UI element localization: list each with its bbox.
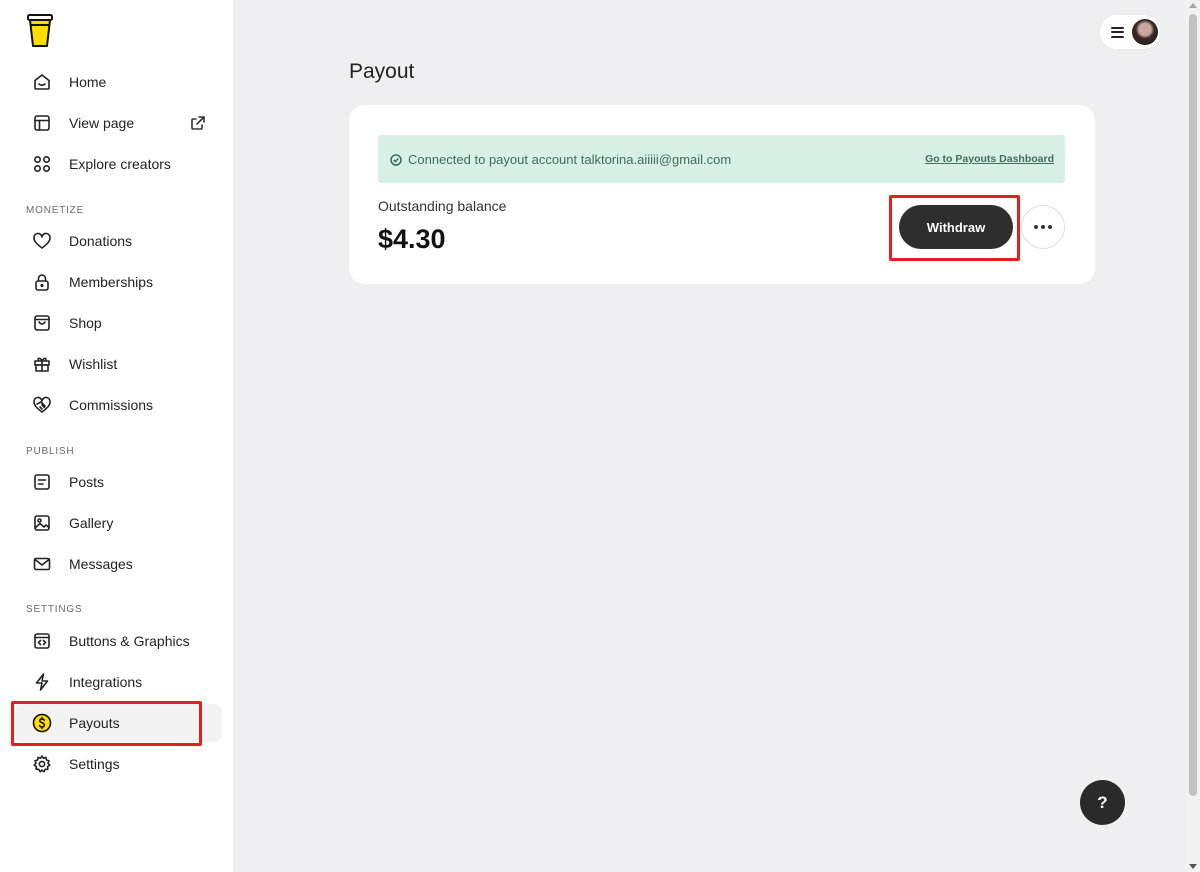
sidebar-item-explore-creators[interactable]: Explore creators [14, 145, 222, 183]
sidebar: Home View page Explore creators MONETIZE… [0, 0, 234, 872]
lightning-icon [32, 672, 52, 692]
gift-icon [32, 354, 52, 374]
user-menu-button[interactable] [1099, 14, 1161, 50]
page-title: Payout [349, 60, 415, 83]
code-window-icon [32, 631, 52, 651]
sidebar-item-label: Gallery [69, 515, 114, 531]
sidebar-item-buttons-graphics[interactable]: Buttons & Graphics [14, 622, 222, 660]
balance-amount: $4.30 [378, 224, 446, 254]
home-icon [32, 72, 52, 92]
check-circle-icon [390, 153, 402, 166]
scroll-up-arrow-icon[interactable] [1189, 3, 1197, 8]
heart-icon [32, 231, 52, 251]
dollar-coin-icon [32, 713, 52, 733]
payout-card: Connected to payout account talktorina.a… [349, 105, 1095, 284]
shopping-bag-icon [32, 313, 52, 333]
sidebar-item-label: Explore creators [69, 156, 171, 172]
sidebar-item-view-page[interactable]: View page [14, 104, 222, 142]
sidebar-item-commissions[interactable]: Commissions [14, 386, 222, 424]
sidebar-item-label: Posts [69, 474, 105, 490]
image-icon [32, 513, 52, 533]
gear-icon [32, 754, 52, 774]
sidebar-item-label: Messages [69, 556, 133, 572]
dot-icon [1041, 225, 1045, 229]
sidebar-item-label: Memberships [69, 274, 154, 290]
scrollbar-thumb[interactable] [1189, 14, 1197, 796]
mail-icon [32, 554, 52, 574]
sidebar-item-label: Settings [69, 756, 120, 772]
more-options-button[interactable] [1021, 205, 1065, 249]
sidebar-item-integrations[interactable]: Integrations [14, 663, 222, 701]
layout-icon [32, 113, 52, 133]
sidebar-item-memberships[interactable]: Memberships [14, 263, 222, 301]
dot-icon [1048, 225, 1052, 229]
help-button[interactable]: ? [1080, 780, 1125, 825]
sidebar-item-wishlist[interactable]: Wishlist [14, 345, 222, 383]
sidebar-item-label: Integrations [69, 674, 143, 690]
scroll-down-arrow-icon[interactable] [1189, 864, 1197, 869]
sidebar-item-label: Wishlist [69, 356, 118, 372]
sidebar-item-label: Buttons & Graphics [69, 633, 190, 649]
sidebar-item-label: Commissions [69, 397, 154, 413]
page-scrollbar[interactable] [1186, 0, 1200, 872]
dot-icon [1034, 225, 1038, 229]
sidebar-item-label: Home [69, 74, 107, 90]
grid-circles-icon [32, 154, 52, 174]
sidebar-item-posts[interactable]: Posts [14, 463, 222, 501]
sidebar-item-donations[interactable]: Donations [14, 222, 222, 260]
sidebar-item-label: Donations [69, 233, 133, 249]
sidebar-item-gallery[interactable]: Gallery [14, 504, 222, 542]
sidebar-item-messages[interactable]: Messages [14, 545, 222, 583]
sidebar-item-payouts[interactable]: Payouts [14, 704, 222, 742]
balance-label: Outstanding balance [378, 198, 507, 214]
handshake-icon [32, 395, 52, 415]
sidebar-item-settings[interactable]: Settings [14, 745, 222, 783]
withdraw-button[interactable]: Withdraw [899, 205, 1013, 249]
sidebar-item-shop[interactable]: Shop [14, 304, 222, 342]
document-icon [32, 472, 52, 492]
hamburger-menu-icon [1111, 26, 1124, 38]
section-label-settings: SETTINGS [26, 604, 83, 615]
sidebar-item-label: View page [69, 115, 135, 131]
external-link-icon[interactable] [190, 115, 206, 131]
lock-icon [32, 272, 52, 292]
sidebar-item-label: Shop [69, 315, 102, 331]
payouts-dashboard-link[interactable]: Go to Payouts Dashboard [925, 153, 1054, 165]
avatar [1132, 19, 1158, 45]
sidebar-item-home[interactable]: Home [14, 63, 222, 101]
banner-text: Connected to payout account talktorina.a… [408, 151, 732, 167]
connected-account-banner: Connected to payout account talktorina.a… [378, 135, 1065, 183]
section-label-monetize: MONETIZE [26, 205, 85, 216]
logo-cup-icon[interactable] [26, 13, 54, 49]
section-label-publish: PUBLISH [26, 446, 75, 457]
sidebar-item-label: Payouts [69, 715, 120, 731]
